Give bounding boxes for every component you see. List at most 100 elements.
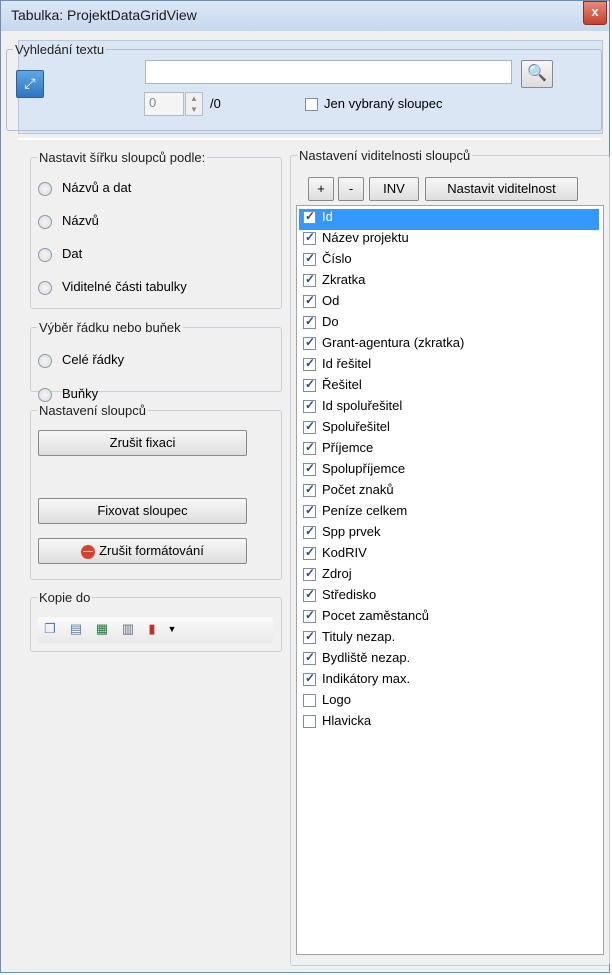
add-button[interactable]: + [308,177,334,201]
radio-width-names[interactable]: Názvů [38,213,99,229]
list-item[interactable]: Logo [299,692,599,713]
remove-button[interactable]: - [338,177,364,201]
list-item[interactable]: Počet znaků [299,482,599,503]
radio-label: Dat [62,246,83,261]
visibility-checkbox[interactable] [303,503,316,519]
list-item[interactable]: Bydliště nezap. [299,650,599,671]
list-item[interactable]: Řešitel [299,377,599,398]
list-item[interactable]: Do [299,314,599,335]
invert-button[interactable]: INV [369,177,419,201]
visibility-checkbox[interactable] [303,524,316,540]
visibility-checkbox[interactable] [303,671,316,687]
radio-dot[interactable] [38,181,52,196]
column-width-legend: Nastavit šířku sloupců podle: [39,150,206,165]
radio-label: Názvů a dat [62,180,132,195]
list-item[interactable]: Spolupříjemce [299,461,599,482]
visibility-checkbox[interactable] [303,335,316,351]
clear-formatting-button[interactable]: — Zrušit formátování [38,538,247,564]
column-name: Id [322,209,333,224]
column-name: Počet znaků [322,482,394,497]
search-input[interactable] [145,60,512,84]
radio-dot[interactable] [38,353,52,368]
copy-chart-icon[interactable]: ▮ [144,621,160,637]
column-name: Název projektu [322,230,409,245]
visibility-checkbox[interactable] [303,209,316,225]
close-button[interactable]: x [583,1,607,25]
radio-dot[interactable] [38,280,52,295]
list-item[interactable]: Spp prvek [299,524,599,545]
column-name: Id spoluřešitel [322,398,403,413]
list-item[interactable]: Příjemce [299,440,599,461]
visibility-checkbox[interactable] [303,694,316,708]
list-item[interactable]: Tituly nezap. [299,629,599,650]
list-item[interactable]: Číslo [299,251,599,272]
visibility-checkbox[interactable] [303,314,316,330]
radio-dot[interactable] [38,387,52,402]
radio-dot[interactable] [38,214,52,229]
visibility-checkbox[interactable] [303,398,316,414]
visibility-checkbox[interactable] [303,629,316,645]
magnifier-icon: 🔍 [527,65,547,82]
dropdown-arrow-icon[interactable]: ▼ [164,621,180,637]
selected-column-checkbox[interactable]: Jen vybraný sloupec [305,96,443,112]
search-button[interactable]: 🔍 [521,60,553,88]
radio-width-data[interactable]: Dat [38,246,82,262]
radio-width-visible[interactable]: Viditelné části tabulky [38,279,187,295]
list-item[interactable]: Grant-agentura (zkratka) [299,335,599,356]
visibility-checkbox[interactable] [303,251,316,267]
column-name: Bydliště nezap. [322,650,411,665]
visibility-checkbox[interactable] [303,440,316,456]
set-visibility-button[interactable]: Nastavit viditelnost [425,177,578,201]
visibility-checkbox[interactable] [303,461,316,477]
list-item[interactable]: Spoluřešitel [299,419,599,440]
visibility-checkbox[interactable] [303,419,316,435]
radio-dot[interactable] [38,247,52,262]
visibility-checkbox[interactable] [303,482,316,498]
list-item[interactable]: Peníze celkem [299,503,599,524]
visibility-checkbox[interactable] [303,545,316,561]
radio-width-names-data[interactable]: Názvů a dat [38,180,131,196]
result-index-input[interactable]: 0 [144,92,184,116]
list-item[interactable]: Indikátory max. [299,671,599,692]
visibility-checkbox[interactable] [303,377,316,393]
copy-calculator-icon[interactable]: ▥ [120,621,136,637]
list-item[interactable]: Pocet zaměstanců [299,608,599,629]
list-item[interactable]: Id [299,209,599,230]
radio-cells[interactable]: Buňky [38,386,98,402]
search-group: Vyhledání textu [6,42,602,131]
visibility-checkbox[interactable] [303,356,316,372]
visibility-checkbox[interactable] [303,608,316,624]
result-index-spinner[interactable]: ▲ ▼ [185,92,203,116]
list-item[interactable]: KodRIV [299,545,599,566]
copy-legend: Kopie do [39,590,91,605]
visibility-checkbox[interactable] [303,566,316,582]
list-item[interactable]: Id řešitel [299,356,599,377]
list-item[interactable]: Id spoluřešitel [299,398,599,419]
list-item[interactable]: Od [299,293,599,314]
visibility-checkbox[interactable] [303,587,316,603]
visibility-checkbox[interactable] [303,715,316,729]
list-item[interactable]: Zdroj [299,566,599,587]
visibility-checkbox[interactable] [303,293,316,309]
list-item[interactable]: Hlavicka [299,713,599,734]
copy-clipboard-icon[interactable]: ❐ [42,621,58,637]
list-item[interactable]: Název projektu [299,230,599,251]
column-name: Indikátory max. [322,671,411,686]
column-name: Spolupříjemce [322,461,406,476]
freeze-column-button[interactable]: Fixovat sloupec [38,498,247,524]
list-item[interactable]: Středisko [299,587,599,608]
visibility-checkbox[interactable] [303,272,316,288]
copy-excel-icon[interactable]: ▦ [94,621,110,637]
unfreeze-button[interactable]: Zrušit fixaci [38,430,247,456]
list-item[interactable]: Zkratka [299,272,599,293]
column-name: Zkratka [322,272,366,287]
column-name: Grant-agentura (zkratka) [322,335,465,350]
radio-whole-rows[interactable]: Celé řádky [38,352,124,368]
visibility-checkbox[interactable] [303,230,316,246]
column-visibility-list[interactable]: Id Název projektu Číslo Zkratka Od Do Grant-ag… [296,205,604,955]
copy-toolbar: ❐ ▤ ▦ ▥ ▮ ▼ [38,617,273,643]
expand-icon[interactable]: ⤢ [16,70,44,98]
checkbox-box[interactable] [305,98,318,112]
copy-document-icon[interactable]: ▤ [68,621,84,637]
visibility-checkbox[interactable] [303,650,316,666]
